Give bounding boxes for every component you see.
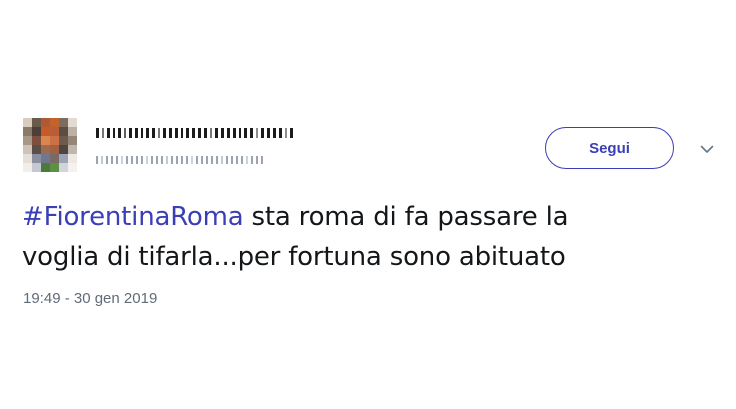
- user-name-redacted[interactable]: [96, 128, 293, 138]
- tweet-text-line1: sta roma di fa passare la: [243, 202, 569, 232]
- tweet-timestamp[interactable]: 19:49 - 30 gen 2019: [23, 290, 157, 307]
- user-handle-redacted[interactable]: [96, 156, 263, 164]
- tweet-card: Segui #FiorentinaRoma sta roma di fa pas…: [0, 0, 736, 409]
- tweet-text: #FiorentinaRoma sta roma di fa passare l…: [22, 197, 712, 277]
- hashtag-link[interactable]: #FiorentinaRoma: [22, 202, 244, 232]
- chevron-down-icon[interactable]: [697, 139, 717, 159]
- avatar[interactable]: [23, 118, 77, 172]
- tweet-text-line2: voglia di tifarla...per fortuna sono abi…: [22, 242, 566, 272]
- follow-button[interactable]: Segui: [545, 127, 674, 169]
